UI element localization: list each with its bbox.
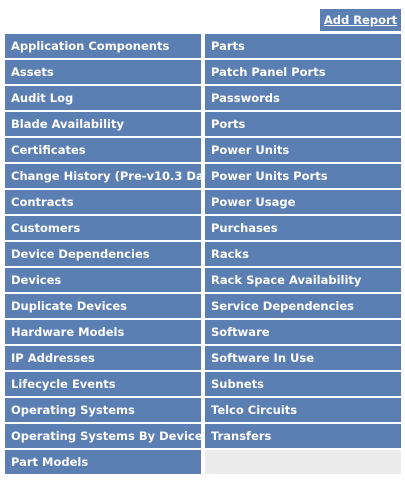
report-link-telco-circuits[interactable]: Telco Circuits <box>205 398 401 422</box>
report-link-parts[interactable]: Parts <box>205 34 401 58</box>
report-link-subnets[interactable]: Subnets <box>205 372 401 396</box>
report-link-service-dependencies[interactable]: Service Dependencies <box>205 294 401 318</box>
report-link-change-history[interactable]: Change History (Pre-v10.3 Data) <box>5 164 201 188</box>
report-link-patch-panel-ports[interactable]: Patch Panel Ports <box>205 60 401 84</box>
report-link-operating-systems[interactable]: Operating Systems <box>5 398 201 422</box>
report-link-power-usage[interactable]: Power Usage <box>205 190 401 214</box>
report-link-power-units[interactable]: Power Units <box>205 138 401 162</box>
report-link-part-models[interactable]: Part Models <box>5 450 201 474</box>
report-link-rack-space-availability[interactable]: Rack Space Availability <box>205 268 401 292</box>
report-link-audit-log[interactable]: Audit Log <box>5 86 201 110</box>
report-link-power-units-ports[interactable]: Power Units Ports <box>205 164 401 188</box>
report-link-software-in-use[interactable]: Software In Use <box>205 346 401 370</box>
report-link-device-dependencies[interactable]: Device Dependencies <box>5 242 201 266</box>
top-bar: Add Report <box>0 0 405 34</box>
report-link-certificates[interactable]: Certificates <box>5 138 201 162</box>
report-link-lifecycle-events[interactable]: Lifecycle Events <box>5 372 201 396</box>
report-link-transfers[interactable]: Transfers <box>205 424 401 448</box>
report-link-customers[interactable]: Customers <box>5 216 201 240</box>
report-grid: Application Components Parts Assets Patc… <box>5 34 405 474</box>
report-link-ports[interactable]: Ports <box>205 112 401 136</box>
report-link-ip-addresses[interactable]: IP Addresses <box>5 346 201 370</box>
report-link-hardware-models[interactable]: Hardware Models <box>5 320 201 344</box>
report-link-blade-availability[interactable]: Blade Availability <box>5 112 201 136</box>
add-report-button[interactable]: Add Report <box>320 9 401 31</box>
report-link-duplicate-devices[interactable]: Duplicate Devices <box>5 294 201 318</box>
report-link-contracts[interactable]: Contracts <box>5 190 201 214</box>
report-link-assets[interactable]: Assets <box>5 60 201 84</box>
report-link-devices[interactable]: Devices <box>5 268 201 292</box>
report-link-software[interactable]: Software <box>205 320 401 344</box>
report-link-purchases[interactable]: Purchases <box>205 216 401 240</box>
report-link-passwords[interactable]: Passwords <box>205 86 401 110</box>
report-link-racks[interactable]: Racks <box>205 242 401 266</box>
report-link-application-components[interactable]: Application Components <box>5 34 201 58</box>
reports-page: Add Report Application Components Parts … <box>0 0 405 481</box>
empty-cell <box>205 450 401 474</box>
report-link-operating-systems-by-device[interactable]: Operating Systems By Device <box>5 424 201 448</box>
